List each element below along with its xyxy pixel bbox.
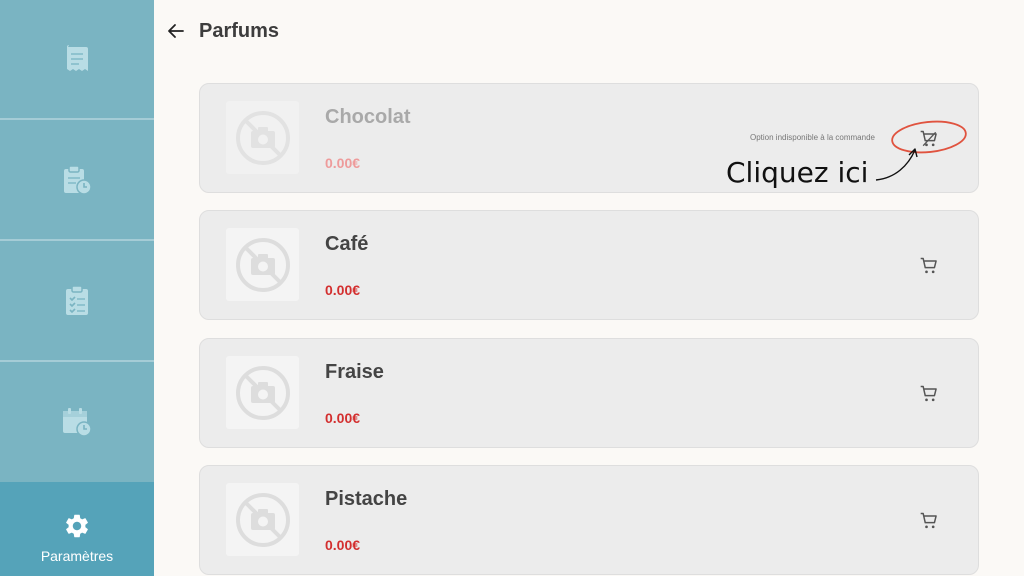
product-image-placeholder — [226, 228, 299, 301]
sidebar-item-checklist[interactable] — [0, 241, 154, 360]
back-button[interactable] — [166, 21, 186, 41]
checklist-icon — [66, 284, 88, 315]
calendar-clock-icon — [63, 408, 92, 437]
product-price: 0.00€ — [325, 537, 361, 553]
gear-icon — [66, 514, 88, 538]
arrow-left-icon — [168, 24, 184, 38]
sidebar-item-receipts[interactable] — [0, 0, 154, 119]
sidebar-item-schedule[interactable] — [0, 362, 154, 482]
product-name: Pistache — [325, 488, 408, 510]
product-name: Café — [325, 233, 369, 255]
cart-disabled-button[interactable] — [917, 127, 941, 151]
sidebar-item-settings[interactable]: Paramètres — [0, 482, 154, 576]
cart-icon — [920, 257, 937, 274]
product-card: Café 0.00€ — [199, 210, 979, 320]
no-image-icon — [235, 110, 290, 165]
no-image-icon — [235, 237, 290, 292]
product-name: Fraise — [325, 361, 384, 383]
clipboard-clock-icon — [64, 164, 92, 195]
no-image-icon — [235, 365, 290, 420]
product-price: 0.00€ — [325, 155, 361, 171]
unavailable-notice: Option indisponible à la commande — [750, 133, 875, 142]
product-price: 0.00€ — [325, 282, 361, 298]
sidebar: Paramètres — [0, 0, 154, 576]
product-card: Fraise 0.00€ — [199, 338, 979, 448]
cart-off-icon — [920, 130, 937, 147]
page-title: Parfums — [199, 20, 280, 42]
add-to-cart-button[interactable] — [917, 254, 941, 278]
product-image-placeholder — [226, 101, 299, 174]
no-image-icon — [235, 492, 290, 547]
product-image-placeholder — [226, 356, 299, 429]
annotation-label: Cliquez ici — [726, 156, 869, 189]
product-image-placeholder — [226, 483, 299, 556]
product-name: Chocolat — [325, 106, 411, 128]
cart-icon — [920, 385, 937, 402]
add-to-cart-button[interactable] — [917, 509, 941, 533]
product-card: Pistache 0.00€ — [199, 465, 979, 575]
add-to-cart-button[interactable] — [917, 382, 941, 406]
sidebar-item-label: Paramètres — [40, 548, 114, 564]
product-price: 0.00€ — [325, 410, 361, 426]
cart-icon — [920, 512, 937, 529]
sidebar-item-orders[interactable] — [0, 120, 154, 239]
receipt-icon — [67, 44, 88, 71]
